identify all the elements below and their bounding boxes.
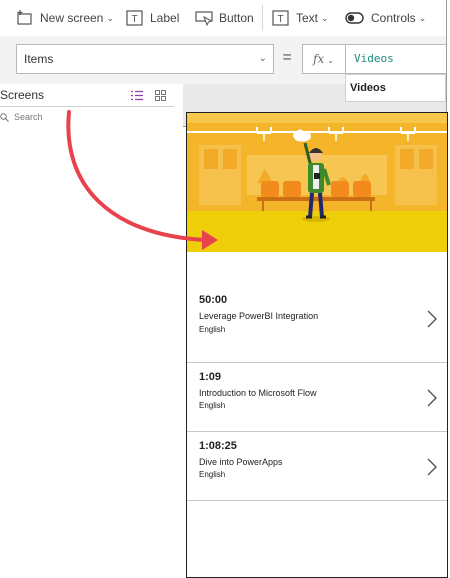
text-icon: T xyxy=(272,10,290,26)
text-label: Text xyxy=(296,11,319,25)
video-language: English xyxy=(199,401,226,410)
fx-button[interactable]: fx ⌄ xyxy=(302,44,346,74)
svg-text:T: T xyxy=(277,14,283,25)
intellisense-suggestion[interactable]: Videos xyxy=(345,74,446,102)
gallery-item[interactable]: 50:00 Leverage PowerBI Integration Engli… xyxy=(187,294,447,363)
video-title: Leverage PowerBI Integration xyxy=(199,311,319,321)
video-title: Dive into PowerApps xyxy=(199,457,283,467)
controls-toggle-icon xyxy=(345,10,365,26)
list-view-icon[interactable] xyxy=(131,88,143,106)
gallery-item[interactable]: 1:08:25 Dive into PowerApps English xyxy=(187,432,447,501)
next-arrow-icon[interactable] xyxy=(427,458,437,481)
video-duration: 1:09 xyxy=(199,371,222,383)
property-value: Items xyxy=(24,52,54,66)
search-placeholder: Search xyxy=(14,112,43,122)
video-gallery: 50:00 Leverage PowerBI Integration Engli… xyxy=(187,252,447,501)
search-icon xyxy=(0,112,9,122)
view-toggle xyxy=(131,88,166,106)
controls-dropdown-button[interactable]: Controls ⌄ xyxy=(345,0,426,36)
app-preview-screen: 50:00 Leverage PowerBI Integration Engli… xyxy=(186,112,448,578)
next-arrow-icon[interactable] xyxy=(427,310,437,333)
screens-pane: Screens Search xyxy=(0,84,183,127)
video-language: English xyxy=(199,470,226,479)
label-icon: T xyxy=(126,10,144,26)
fx-label: fx xyxy=(313,52,325,66)
gallery-item[interactable]: 1:09 Introduction to Microsoft Flow Engl… xyxy=(187,363,447,432)
svg-text:T: T xyxy=(131,14,137,25)
label-label: Label xyxy=(150,11,180,25)
button-button[interactable]: Button xyxy=(195,0,254,36)
video-title: Introduction to Microsoft Flow xyxy=(199,388,317,398)
formula-input[interactable]: Videos xyxy=(345,44,446,74)
powerapps-studio-window: New screen ⌄ T Label Button T Text ⌄ Con… xyxy=(0,0,447,127)
controls-label: Controls xyxy=(371,11,416,25)
text-dropdown-button[interactable]: T Text ⌄ xyxy=(272,0,329,36)
chevron-down-icon: ⌄ xyxy=(258,53,267,64)
chevron-down-icon: ⌄ xyxy=(321,12,329,23)
button-label: Button xyxy=(219,11,254,25)
screens-title: Screens xyxy=(0,88,45,102)
insert-toolbar: New screen ⌄ T Label Button T Text ⌄ Con… xyxy=(0,0,446,37)
button-icon xyxy=(195,10,213,26)
formula-value: Videos xyxy=(354,52,394,65)
property-dropdown[interactable]: Items ⌄ xyxy=(16,44,274,74)
toolbar-divider xyxy=(262,5,263,31)
next-arrow-icon[interactable] xyxy=(427,389,437,412)
suggestion-label: Videos xyxy=(350,82,386,94)
new-screen-icon xyxy=(16,10,34,26)
equals-sign: = xyxy=(282,49,292,66)
screens-search[interactable]: Search xyxy=(0,110,43,124)
banner-image xyxy=(187,113,447,252)
gallery-spacer xyxy=(187,252,447,294)
pane-divider xyxy=(0,106,174,107)
chevron-down-icon: ⌄ xyxy=(418,12,427,23)
chevron-down-icon: ⌄ xyxy=(106,12,114,23)
video-duration: 1:08:25 xyxy=(199,440,237,452)
grid-view-icon[interactable] xyxy=(155,88,166,106)
new-screen-button[interactable]: New screen ⌄ xyxy=(16,0,114,36)
new-screen-label: New screen xyxy=(40,11,104,25)
video-duration: 50:00 xyxy=(199,294,228,306)
label-button[interactable]: T Label xyxy=(126,0,179,36)
chevron-down-icon: ⌄ xyxy=(327,56,334,65)
video-language: English xyxy=(199,325,226,334)
